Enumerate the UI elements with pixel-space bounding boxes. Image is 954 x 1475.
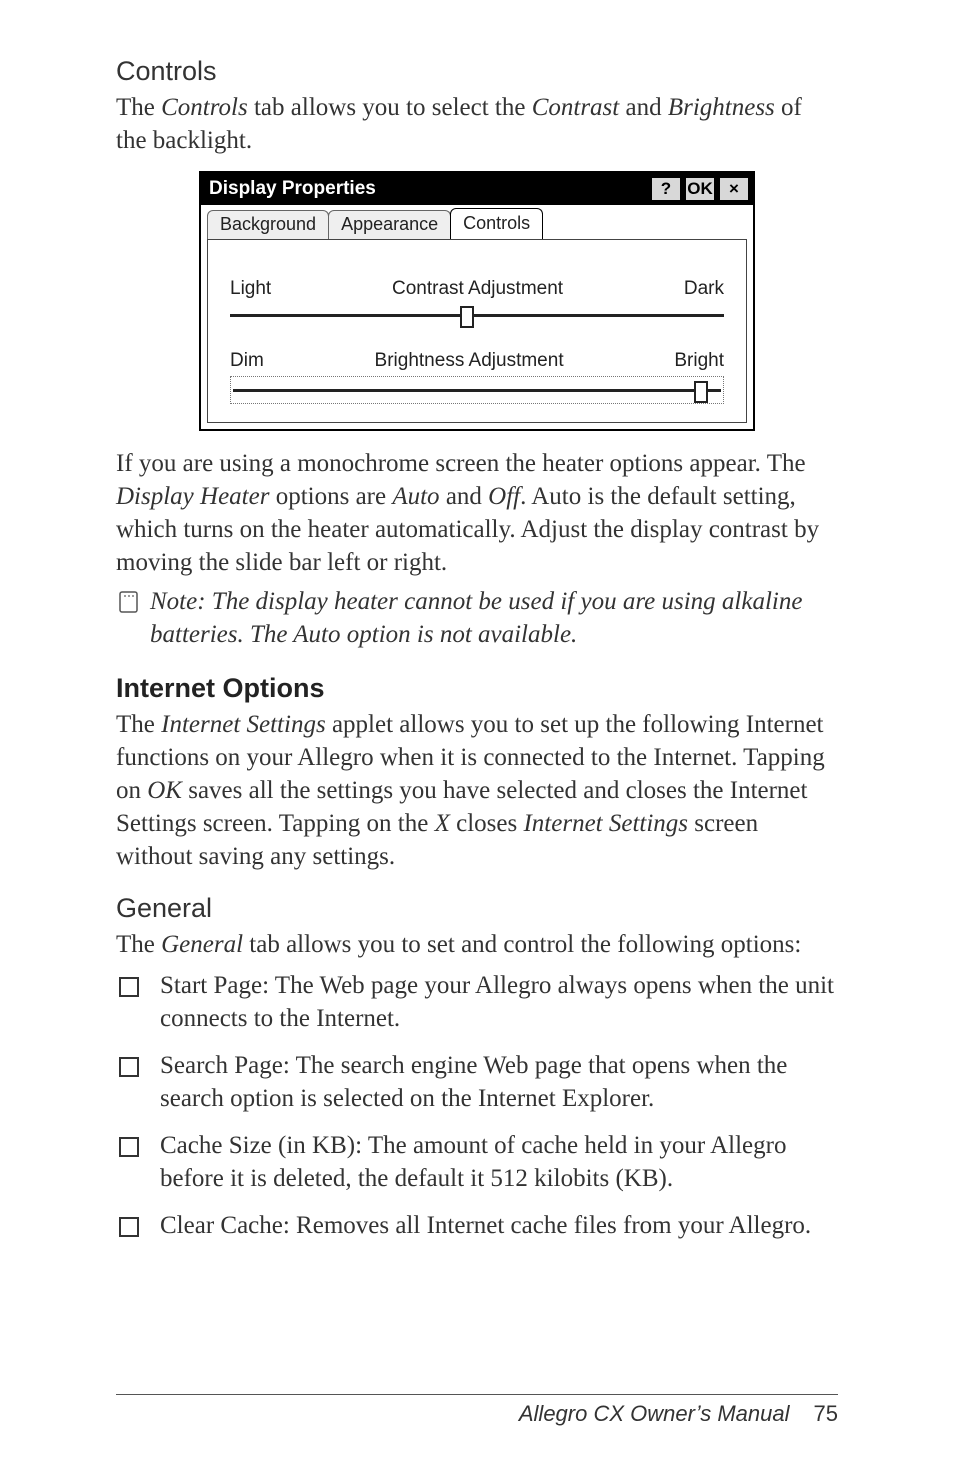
internet-options-intro: The Internet Settings applet allows you … bbox=[116, 708, 838, 873]
heading-internet-options: Internet Options bbox=[116, 673, 838, 704]
slider-thumb[interactable] bbox=[694, 381, 708, 403]
checkbox-icon bbox=[118, 1214, 140, 1247]
contrast-slider[interactable] bbox=[230, 304, 724, 326]
close-button[interactable]: × bbox=[719, 177, 749, 201]
list-item: Clear Cache: Removes all Internet cache … bbox=[116, 1209, 838, 1242]
heading-general: General bbox=[116, 893, 838, 924]
contrast-slider-block: Light Contrast Adjustment Dark bbox=[230, 278, 724, 326]
note-text: Note: The display heater cannot be used … bbox=[150, 585, 838, 651]
list-item-text: Search Page: The search engine Web page … bbox=[160, 1052, 787, 1112]
text-italic: Brightness bbox=[668, 94, 775, 121]
checkbox-icon bbox=[118, 1054, 140, 1087]
monochrome-paragraph: If you are using a monochrome screen the… bbox=[116, 447, 838, 579]
brightness-slider-block: Dim Brightness Adjustment Bright bbox=[230, 350, 724, 404]
text: The bbox=[116, 931, 161, 958]
text-italic: Contrast bbox=[532, 94, 620, 121]
text: and bbox=[619, 94, 668, 121]
text-italic: Off bbox=[488, 483, 520, 510]
controls-intro: The Controls tab allows you to select th… bbox=[116, 91, 838, 157]
contrast-center-label: Contrast Adjustment bbox=[392, 278, 563, 300]
tab-strip: Background Appearance Controls bbox=[201, 205, 753, 239]
slider-thumb[interactable] bbox=[460, 306, 474, 328]
text-italic: Internet Settings bbox=[161, 711, 326, 738]
general-intro: The General tab allows you to set and co… bbox=[116, 928, 838, 961]
text: The bbox=[116, 711, 161, 738]
brightness-left-label: Dim bbox=[230, 350, 264, 372]
contrast-left-label: Light bbox=[230, 278, 271, 300]
dialog-title: Display Properties bbox=[209, 178, 647, 200]
text-italic: X bbox=[435, 810, 450, 837]
dialog-titlebar: Display Properties ? OK × bbox=[201, 173, 753, 205]
text: tab allows you to select the bbox=[248, 94, 532, 121]
list-item-text: Cache Size (in KB): The amount of cache … bbox=[160, 1132, 786, 1192]
list-item: Start Page: The Web page your Allegro al… bbox=[116, 969, 838, 1035]
text-italic: Auto bbox=[392, 483, 439, 510]
slider-track-line bbox=[230, 314, 724, 317]
list-item-text: Clear Cache: Removes all Internet cache … bbox=[160, 1212, 811, 1239]
page-footer: Allegro CX Owner’s Manual 75 bbox=[116, 1394, 838, 1427]
ok-button[interactable]: OK bbox=[685, 177, 715, 201]
display-properties-dialog: Display Properties ? OK × Background App… bbox=[199, 171, 755, 431]
tab-controls[interactable]: Controls bbox=[450, 208, 543, 239]
list-item: Cache Size (in KB): The amount of cache … bbox=[116, 1129, 838, 1195]
help-button[interactable]: ? bbox=[651, 177, 681, 201]
slider-track-line bbox=[233, 389, 721, 392]
footer-title: Allegro CX Owner’s Manual bbox=[519, 1401, 790, 1427]
text: tab allows you to set and control the fo… bbox=[243, 931, 801, 958]
text-italic: General bbox=[161, 931, 243, 958]
general-list: Start Page: The Web page your Allegro al… bbox=[116, 969, 838, 1256]
list-item-text: Start Page: The Web page your Allegro al… bbox=[160, 972, 834, 1032]
contrast-right-label: Dark bbox=[684, 278, 724, 300]
text-italic: Display Heater bbox=[116, 483, 269, 510]
brightness-center-label: Brightness Adjustment bbox=[375, 350, 564, 372]
list-item: Search Page: The search engine Web page … bbox=[116, 1049, 838, 1115]
text: and bbox=[440, 483, 489, 510]
text-italic: OK bbox=[147, 777, 182, 804]
note-icon bbox=[116, 589, 142, 620]
heading-controls: Controls bbox=[116, 56, 838, 87]
tab-appearance[interactable]: Appearance bbox=[328, 210, 451, 240]
checkbox-icon bbox=[118, 974, 140, 1007]
text: If you are using a monochrome screen the… bbox=[116, 450, 806, 477]
tab-background[interactable]: Background bbox=[207, 210, 329, 240]
text: closes bbox=[450, 810, 524, 837]
text-italic: Controls bbox=[161, 94, 248, 121]
brightness-right-label: Bright bbox=[674, 350, 724, 372]
page-number: 75 bbox=[814, 1401, 838, 1427]
tab-panel-controls: Light Contrast Adjustment Dark Dim Brigh… bbox=[207, 239, 747, 423]
checkbox-icon bbox=[118, 1134, 140, 1167]
note: Note: The display heater cannot be used … bbox=[116, 585, 838, 651]
text-italic: Internet Settings bbox=[523, 810, 688, 837]
text: The bbox=[116, 94, 161, 121]
text: options are bbox=[269, 483, 392, 510]
brightness-slider[interactable] bbox=[233, 379, 721, 401]
